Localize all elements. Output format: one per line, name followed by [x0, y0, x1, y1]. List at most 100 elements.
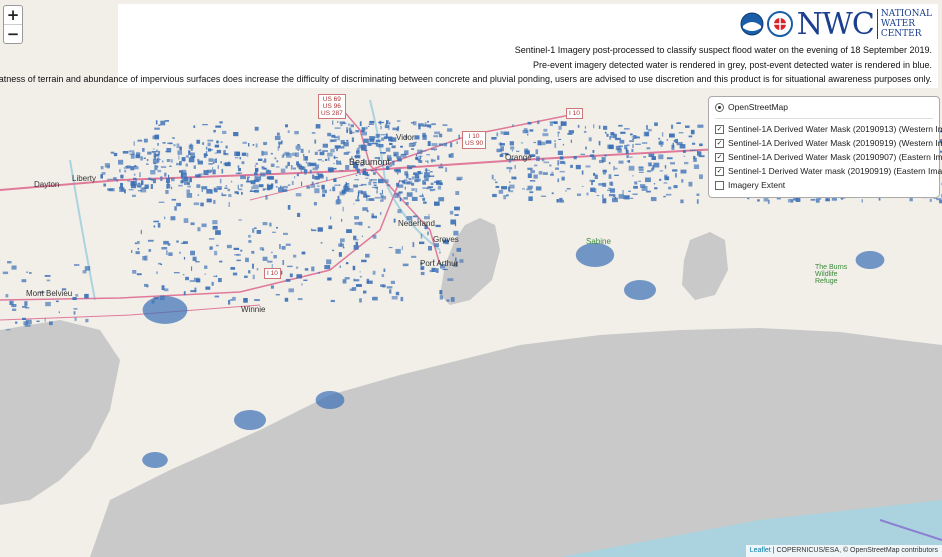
- flood-patch: [321, 184, 325, 190]
- flood-patch: [141, 180, 144, 186]
- flood-patch: [267, 187, 271, 191]
- flood-patch: [11, 265, 17, 270]
- flood-patch: [183, 177, 189, 182]
- flood-patch: [383, 268, 386, 272]
- checkbox-unchecked-icon[interactable]: [715, 180, 724, 190]
- flood-patch: [322, 160, 324, 162]
- flood-patch: [516, 150, 520, 152]
- flood-patch: [153, 220, 159, 223]
- flood-patch: [429, 175, 435, 177]
- flood-patch: [426, 154, 430, 156]
- flood-patch: [652, 165, 655, 170]
- flood-patch: [171, 177, 175, 182]
- base-layer-openstreetmap[interactable]: OpenStreetMap: [715, 102, 788, 112]
- flood-patch: [433, 135, 439, 138]
- flood-patch: [196, 278, 201, 283]
- flood-patch: [29, 272, 32, 274]
- flood-patch: [604, 154, 607, 157]
- flood-patch: [240, 249, 243, 252]
- zoom-out-button[interactable]: −: [4, 24, 22, 43]
- flood-patch: [219, 121, 223, 124]
- flood-patch: [110, 151, 115, 154]
- flood-patch: [422, 197, 426, 201]
- flood-patch: [680, 169, 687, 174]
- flood-patch: [649, 163, 652, 167]
- flood-patch: [615, 145, 621, 151]
- zoom-in-button[interactable]: +: [4, 6, 22, 24]
- flood-patch: [522, 129, 529, 134]
- flood-patch: [417, 176, 420, 178]
- flood-patch: [44, 317, 46, 322]
- flood-patch: [679, 144, 686, 149]
- flood-patch: [567, 133, 573, 135]
- flood-patch: [688, 181, 693, 187]
- flood-patch: [417, 149, 423, 155]
- flood-patch: [301, 251, 306, 255]
- flood-patch: [272, 231, 276, 233]
- flood-patch: [381, 137, 385, 141]
- flood-patch: [559, 156, 564, 160]
- flood-patch: [256, 176, 262, 181]
- flood-patch: [413, 215, 418, 218]
- flood-patch: [420, 233, 423, 239]
- flood-patch: [241, 161, 245, 165]
- overlay-row[interactable]: ✓ Sentinel-1A Derived Water Mask (201909…: [715, 124, 942, 134]
- flood-patch: [225, 185, 228, 187]
- flood-patch: [855, 251, 885, 269]
- flood-patch: [216, 149, 222, 154]
- flood-patch: [150, 184, 153, 189]
- overlay-row[interactable]: Imagery Extent: [715, 180, 785, 190]
- overlay-row[interactable]: ✓ Sentinel-1 Derived Water mask (2019091…: [715, 166, 942, 176]
- flood-patch: [634, 181, 638, 185]
- flood-patch: [176, 240, 179, 243]
- overlay-row[interactable]: ✓ Sentinel-1A Derived Water Mask (201909…: [715, 138, 942, 148]
- flood-patch: [237, 184, 239, 189]
- overlay-row[interactable]: ✓ Sentinel-1A Derived Water Mask (201909…: [715, 152, 942, 162]
- flood-patch: [289, 273, 293, 278]
- flood-patch: [400, 154, 407, 158]
- flood-patch: [332, 186, 336, 192]
- flood-patch: [226, 244, 232, 249]
- checkbox-checked-icon[interactable]: ✓: [715, 138, 724, 148]
- flood-patch: [311, 132, 316, 134]
- flood-patch: [631, 138, 635, 140]
- checkbox-checked-icon[interactable]: ✓: [715, 166, 724, 176]
- flood-patch: [359, 275, 362, 278]
- flood-patch: [492, 193, 497, 198]
- flood-patch: [439, 133, 443, 138]
- flood-patch: [319, 149, 322, 151]
- nws-logo-icon: [766, 11, 793, 37]
- flood-patch: [398, 184, 404, 188]
- flood-patch: [425, 160, 428, 162]
- flood-patch: [581, 185, 584, 187]
- leaflet-link[interactable]: Leaflet: [750, 547, 771, 554]
- flood-patch: [227, 188, 231, 192]
- flood-patch: [317, 159, 322, 161]
- flood-patch: [191, 266, 193, 271]
- flood-patch: [332, 249, 335, 252]
- checkbox-checked-icon[interactable]: ✓: [715, 124, 724, 134]
- flood-patch: [450, 142, 453, 148]
- flood-patch: [380, 212, 382, 215]
- flood-patch: [234, 254, 239, 256]
- flood-patch: [313, 202, 317, 206]
- flood-patch: [628, 190, 631, 192]
- flood-patch: [372, 181, 377, 184]
- flood-patch: [601, 157, 606, 162]
- flood-patch: [74, 264, 80, 266]
- flood-patch: [178, 184, 183, 187]
- flood-patch: [194, 287, 197, 293]
- flood-patch: [619, 139, 625, 144]
- flood-patch: [337, 195, 340, 200]
- flood-patch: [361, 131, 367, 136]
- radio-icon[interactable]: [715, 102, 724, 112]
- flood-patch: [405, 173, 409, 179]
- checkbox-checked-icon[interactable]: ✓: [715, 152, 724, 162]
- flood-patch: [661, 132, 664, 137]
- flood-patch: [202, 124, 208, 126]
- flood-patch: [160, 120, 166, 126]
- place-orange: Orange: [505, 153, 532, 162]
- flood-patch: [625, 147, 628, 152]
- flood-patch: [133, 141, 135, 146]
- flood-patch: [296, 274, 302, 279]
